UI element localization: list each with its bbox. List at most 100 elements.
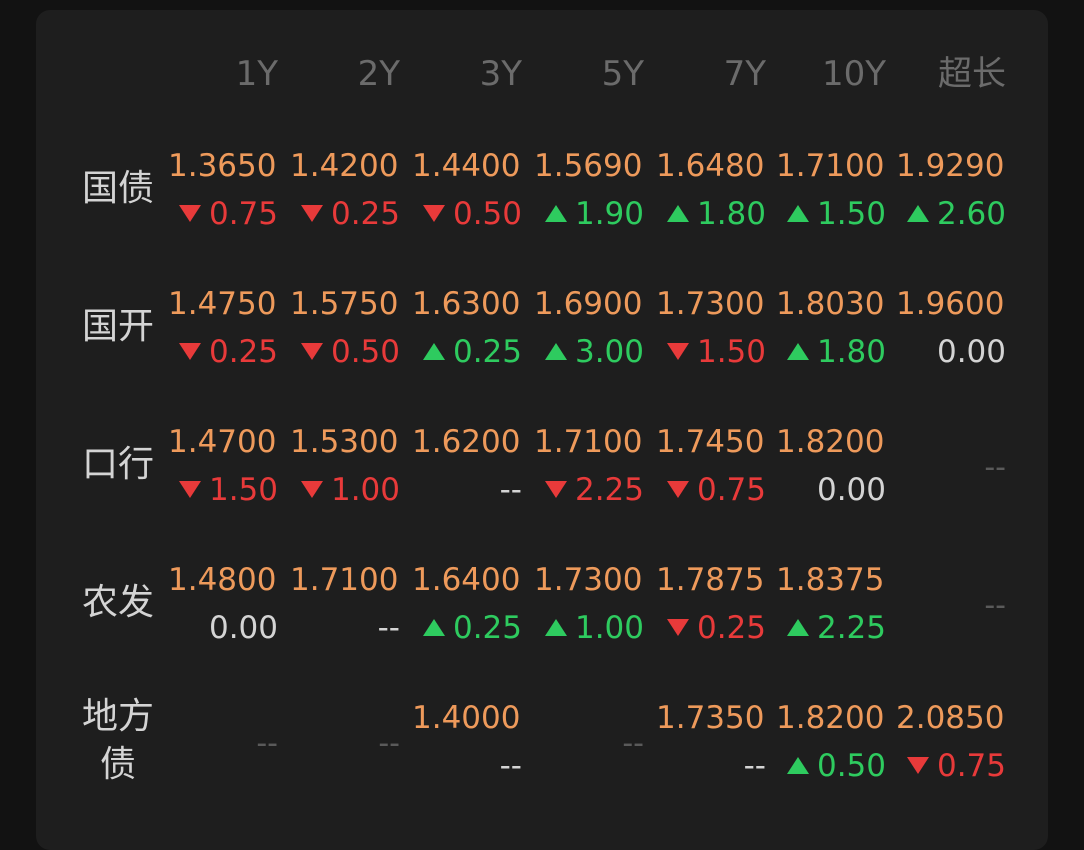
arrow-up-icon [422, 343, 445, 360]
empty-cell: -- [378, 726, 400, 761]
yield-cell[interactable]: 1.6200 -- [412, 422, 522, 522]
change-value: 0.00 [937, 332, 1006, 372]
yield-value: 1.8200 [776, 424, 885, 460]
yield-value: 1.9600 [896, 286, 1005, 322]
yield-value: 1.6300 [412, 286, 521, 322]
yield-cell[interactable]: 1.5750 0.50 [290, 284, 400, 384]
arrow-up-icon [544, 619, 567, 636]
change-value: 1.50 [666, 332, 766, 372]
column-header-0[interactable]: 1Y [168, 54, 278, 94]
column-header-4[interactable]: 7Y [656, 54, 766, 94]
change-value: 0.25 [422, 332, 522, 372]
change-value: 0.25 [422, 608, 522, 648]
column-header-5[interactable]: 10Y [776, 54, 886, 94]
column-header-2[interactable]: 3Y [412, 54, 522, 94]
empty-cell: -- [984, 450, 1006, 485]
yield-value: 1.7450 [656, 424, 765, 460]
change-text: 1.50 [816, 196, 886, 232]
yield-cell[interactable]: 1.7100 1.50 [776, 146, 886, 246]
change-value: 1.90 [544, 194, 644, 234]
change-text: -- [499, 748, 522, 784]
yield-cell[interactable]: 1.7450 0.75 [656, 422, 766, 522]
yield-value: 1.4800 [168, 562, 277, 598]
yield-cell[interactable]: 1.4700 1.50 [168, 422, 278, 522]
yield-cell[interactable]: 1.6400 0.25 [412, 560, 522, 660]
yield-cell[interactable]: 1.8375 2.25 [776, 560, 886, 660]
row-label-2: 口行 [81, 444, 154, 485]
yield-cell[interactable]: 1.6900 3.00 [534, 284, 644, 384]
yield-cell[interactable]: 1.4400 0.50 [412, 146, 522, 246]
arrow-up-icon [906, 205, 929, 222]
yield-cell[interactable]: 1.9290 2.60 [896, 146, 1006, 246]
arrow-down-icon [178, 205, 201, 222]
change-value: 0.50 [422, 194, 522, 234]
arrow-up-icon [666, 205, 689, 222]
yield-value: 1.4400 [412, 148, 521, 184]
change-text: -- [377, 610, 400, 646]
change-text: 0.00 [936, 334, 1006, 370]
change-value: -- [744, 746, 766, 786]
yield-cell[interactable]: 1.6480 1.80 [656, 146, 766, 246]
change-value: 1.80 [666, 194, 766, 234]
arrow-up-icon [786, 619, 809, 636]
change-value: 2.60 [906, 194, 1006, 234]
yield-cell[interactable]: 1.3650 0.75 [168, 146, 278, 246]
column-header-1[interactable]: 2Y [290, 54, 400, 94]
yield-value: 1.6200 [412, 424, 521, 460]
arrow-down-icon [666, 619, 689, 636]
yield-value: 1.8200 [776, 700, 885, 736]
yield-cell[interactable]: 1.5690 1.90 [534, 146, 644, 246]
yield-cell[interactable]: 1.8030 1.80 [776, 284, 886, 384]
yield-value: 1.4750 [168, 286, 277, 322]
yield-cell[interactable]: 1.7875 0.25 [656, 560, 766, 660]
arrow-up-icon [544, 205, 567, 222]
yield-cell[interactable]: 1.6300 0.25 [412, 284, 522, 384]
row-label-4: 地方债 [81, 696, 154, 785]
yield-cell[interactable]: 1.7300 1.00 [534, 560, 644, 660]
change-text: 0.25 [452, 610, 522, 646]
arrow-down-icon [300, 343, 323, 360]
change-value: 1.80 [786, 332, 886, 372]
change-text: 0.25 [208, 334, 278, 370]
yield-cell[interactable]: 1.7100 -- [290, 560, 400, 660]
yield-cell[interactable]: 1.8200 0.00 [776, 422, 886, 522]
yield-cell[interactable]: 1.7100 2.25 [534, 422, 644, 522]
change-text: 0.50 [452, 196, 522, 232]
yield-cell[interactable]: 1.4000 -- [412, 698, 522, 798]
change-value: 2.25 [544, 470, 644, 510]
yield-cell[interactable]: 1.9600 0.00 [896, 284, 1006, 384]
yield-cell[interactable]: 1.5300 1.00 [290, 422, 400, 522]
yield-value: 1.6900 [534, 286, 643, 322]
change-text: 1.00 [574, 610, 644, 646]
column-header-3[interactable]: 5Y [534, 54, 644, 94]
yield-value: 1.7100 [534, 424, 643, 460]
arrow-down-icon [666, 481, 689, 498]
change-value: -- [500, 746, 522, 786]
change-value: 0.50 [786, 746, 886, 786]
change-text: 1.00 [330, 472, 400, 508]
change-value: -- [500, 470, 522, 510]
change-value: 0.75 [178, 194, 278, 234]
change-text: 0.00 [816, 472, 886, 508]
arrow-up-icon [786, 343, 809, 360]
yield-cell[interactable]: 1.4200 0.25 [290, 146, 400, 246]
yield-value: 1.6400 [412, 562, 521, 598]
change-value: 3.00 [544, 332, 644, 372]
yield-cell[interactable]: 2.0850 0.75 [896, 698, 1006, 798]
change-text: 0.25 [452, 334, 522, 370]
arrow-down-icon [178, 481, 201, 498]
yield-cell[interactable]: 1.7350 -- [656, 698, 766, 798]
yield-cell[interactable]: 1.7300 1.50 [656, 284, 766, 384]
arrow-down-icon [300, 481, 323, 498]
yield-value: 1.8375 [776, 562, 885, 598]
change-value: 1.00 [544, 608, 644, 648]
column-header-6[interactable]: 超长 [896, 54, 1006, 94]
arrow-up-icon [786, 757, 809, 774]
yield-cell[interactable]: 1.4750 0.25 [168, 284, 278, 384]
yield-cell[interactable]: 1.4800 0.00 [168, 560, 278, 660]
yield-value: 1.7100 [776, 148, 885, 184]
yield-cell[interactable]: 1.8200 0.50 [776, 698, 886, 798]
yield-value: 1.4000 [412, 700, 521, 736]
change-text: 0.75 [208, 196, 278, 232]
yield-value: 1.7875 [656, 562, 765, 598]
